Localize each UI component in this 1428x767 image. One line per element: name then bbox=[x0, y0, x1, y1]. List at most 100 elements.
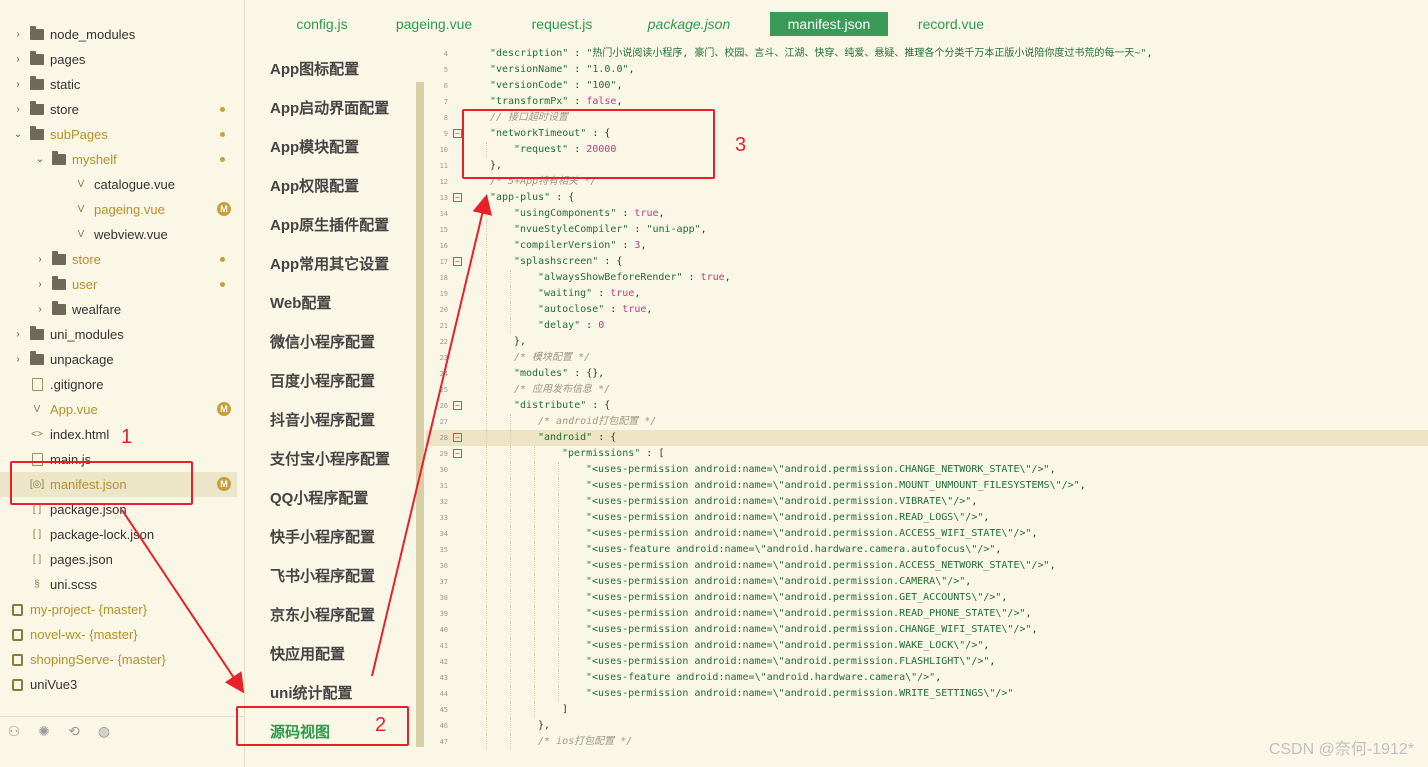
tree-file[interactable]: [ ] pages.json bbox=[0, 547, 237, 572]
tab-record-vue[interactable]: record.vue bbox=[918, 12, 984, 36]
code-line[interactable]: 22}, bbox=[426, 334, 1428, 350]
tree-folder[interactable]: › node_modules bbox=[0, 22, 237, 47]
chevron-right-icon[interactable]: › bbox=[34, 304, 46, 316]
code-line[interactable]: 27 /* android打包配置 */ bbox=[426, 414, 1428, 430]
users-icon[interactable]: ⚇ bbox=[4, 723, 24, 740]
code-line[interactable]: 7 "transformPx" : false, bbox=[426, 94, 1428, 110]
project-root[interactable]: novel-wx - {master} bbox=[0, 622, 237, 647]
config-nav-item[interactable]: App常用其它设置 bbox=[270, 253, 389, 274]
globe-icon[interactable]: ◍ bbox=[94, 723, 114, 740]
tree-file[interactable]: Vpageing.vue M bbox=[0, 197, 237, 222]
tab-package-json[interactable]: package.json bbox=[648, 12, 731, 36]
tree-folder[interactable]: › store bbox=[0, 247, 237, 272]
chevron-right-icon[interactable]: › bbox=[12, 29, 24, 41]
tree-file[interactable]: V App.vue M bbox=[0, 397, 237, 422]
chevron-down-icon[interactable]: ⌄ bbox=[34, 154, 46, 166]
code-line[interactable]: 15 "nvueStyleCompiler" : "uni-app", bbox=[426, 222, 1428, 238]
config-nav-item[interactable]: 飞书小程序配置 bbox=[270, 565, 375, 586]
config-nav-item[interactable]: App启动界面配置 bbox=[270, 97, 389, 118]
code-line[interactable]: 20 "autoclose" : true, bbox=[426, 302, 1428, 318]
tab-request-js[interactable]: request.js bbox=[531, 12, 593, 36]
tree-folder[interactable]: ⌄ subPages bbox=[0, 122, 237, 147]
config-nav-item[interactable]: App模块配置 bbox=[270, 136, 359, 157]
chevron-right-icon[interactable]: › bbox=[12, 54, 24, 66]
fold-toggle-icon[interactable]: − bbox=[453, 257, 462, 266]
code-line[interactable]: 32 "<uses-permission android:name=\"andro… bbox=[426, 494, 1428, 510]
code-line[interactable]: 39 "<uses-permission android:name=\"andro… bbox=[426, 606, 1428, 622]
tree-file[interactable]: <> index.html bbox=[0, 422, 237, 447]
tab-config-js[interactable]: config.js bbox=[282, 12, 362, 36]
code-line[interactable]: 23 /* 模块配置 */ bbox=[426, 350, 1428, 366]
code-line[interactable]: 35 "<uses-feature android:name=\"android.… bbox=[426, 542, 1428, 558]
chevron-right-icon[interactable]: › bbox=[34, 254, 46, 266]
code-line[interactable]: 43 "<uses-feature android:name=\"android.… bbox=[426, 670, 1428, 686]
config-nav-item[interactable]: QQ小程序配置 bbox=[270, 487, 368, 508]
code-line[interactable]: 21 "delay" : 0 bbox=[426, 318, 1428, 334]
fold-toggle-icon[interactable]: − bbox=[453, 449, 462, 458]
config-nav-item[interactable]: 快应用配置 bbox=[270, 643, 345, 664]
code-line[interactable]: 5 "versionName" : "1.0.0", bbox=[426, 62, 1428, 78]
config-nav-item[interactable]: 支付宝小程序配置 bbox=[270, 448, 390, 469]
tree-folder[interactable]: › unpackage bbox=[0, 347, 237, 372]
code-line[interactable]: 18 "alwaysShowBeforeRender" : true, bbox=[426, 270, 1428, 286]
code-line[interactable]: 46}, bbox=[426, 718, 1428, 734]
git-icon[interactable]: ⟲ bbox=[64, 723, 84, 740]
chevron-down-icon[interactable]: ⌄ bbox=[12, 129, 24, 141]
tree-folder[interactable]: ⌄ myshelf bbox=[0, 147, 237, 172]
tree-folder[interactable]: › pages bbox=[0, 47, 237, 72]
code-line[interactable]: 41 "<uses-permission android:name=\"andro… bbox=[426, 638, 1428, 654]
tree-file[interactable]: Vwebview.vue bbox=[0, 222, 237, 247]
code-line[interactable]: 13− "app-plus" : { bbox=[426, 190, 1428, 206]
code-line[interactable]: 25 /* 应用发布信息 */ bbox=[426, 382, 1428, 398]
config-nav-item[interactable]: App图标配置 bbox=[270, 58, 359, 79]
code-line[interactable]: 40 "<uses-permission android:name=\"andro… bbox=[426, 622, 1428, 638]
code-line[interactable]: 19 "waiting" : true, bbox=[426, 286, 1428, 302]
tree-file[interactable]: § uni.scss bbox=[0, 572, 237, 597]
config-nav-item[interactable]: uni统计配置 bbox=[270, 682, 353, 703]
config-nav-item[interactable]: 快手小程序配置 bbox=[270, 526, 375, 547]
code-line[interactable]: 42 "<uses-permission android:name=\"andro… bbox=[426, 654, 1428, 670]
config-nav-item[interactable]: 百度小程序配置 bbox=[270, 370, 375, 391]
chevron-right-icon[interactable]: › bbox=[12, 354, 24, 366]
code-line[interactable]: 6 "versionCode" : "100", bbox=[426, 78, 1428, 94]
code-line[interactable]: 45] bbox=[426, 702, 1428, 718]
tab-manifest-json[interactable]: manifest.json bbox=[770, 12, 888, 36]
code-line[interactable]: 28− "android" : { bbox=[426, 430, 1428, 446]
tab-pageing-vue[interactable]: pageing.vue bbox=[396, 12, 472, 36]
config-nav-item[interactable]: 抖音小程序配置 bbox=[270, 409, 375, 430]
project-root[interactable]: my-project - {master} bbox=[0, 597, 237, 622]
chevron-right-icon[interactable]: › bbox=[12, 79, 24, 91]
code-line[interactable]: 24 "modules" : {}, bbox=[426, 366, 1428, 382]
code-line[interactable]: 36 "<uses-permission android:name=\"andro… bbox=[426, 558, 1428, 574]
project-root[interactable]: shopingServe - {master} bbox=[0, 647, 237, 672]
config-nav-scrollbar[interactable] bbox=[416, 82, 424, 747]
code-line[interactable]: 44 "<uses-permission android:name=\"andro… bbox=[426, 686, 1428, 702]
config-nav-item[interactable]: App原生插件配置 bbox=[270, 214, 389, 235]
tree-file[interactable]: [ ] package-lock.json bbox=[0, 522, 237, 547]
config-nav-item[interactable]: 京东小程序配置 bbox=[270, 604, 375, 625]
code-line[interactable]: 14 "usingComponents" : true, bbox=[426, 206, 1428, 222]
fold-toggle-icon[interactable]: − bbox=[453, 193, 462, 202]
config-nav-item[interactable]: Web配置 bbox=[270, 292, 331, 313]
code-line[interactable]: 31 "<uses-permission android:name=\"andro… bbox=[426, 478, 1428, 494]
tree-folder[interactable]: › static bbox=[0, 72, 237, 97]
chevron-right-icon[interactable]: › bbox=[12, 329, 24, 341]
code-line[interactable]: 38 "<uses-permission android:name=\"andro… bbox=[426, 590, 1428, 606]
config-nav-item[interactable]: 微信小程序配置 bbox=[270, 331, 375, 352]
fold-toggle-icon[interactable]: − bbox=[453, 401, 462, 410]
tree-folder[interactable]: › uni_modules bbox=[0, 322, 237, 347]
tree-folder[interactable]: › user bbox=[0, 272, 237, 297]
code-line[interactable]: 30 "<uses-permission android:name=\"andro… bbox=[426, 462, 1428, 478]
fold-toggle-icon[interactable]: − bbox=[453, 129, 462, 138]
chevron-right-icon[interactable]: › bbox=[34, 279, 46, 291]
code-line[interactable]: 4 "description" : "热门小说阅读小程序, 豪门、校园、言斗、江湖… bbox=[426, 46, 1428, 62]
bug-icon[interactable]: ✺ bbox=[34, 723, 54, 740]
code-line[interactable]: 34 "<uses-permission android:name=\"andro… bbox=[426, 526, 1428, 542]
project-root[interactable]: uniVue3 bbox=[0, 672, 237, 697]
config-nav-item[interactable]: App权限配置 bbox=[270, 175, 359, 196]
tree-file[interactable]: .gitignore bbox=[0, 372, 237, 397]
tree-folder[interactable]: › store bbox=[0, 97, 237, 122]
tree-file[interactable]: Vcatalogue.vue bbox=[0, 172, 237, 197]
fold-toggle-icon[interactable]: − bbox=[453, 433, 462, 442]
tree-folder[interactable]: › wealfare bbox=[0, 297, 237, 322]
